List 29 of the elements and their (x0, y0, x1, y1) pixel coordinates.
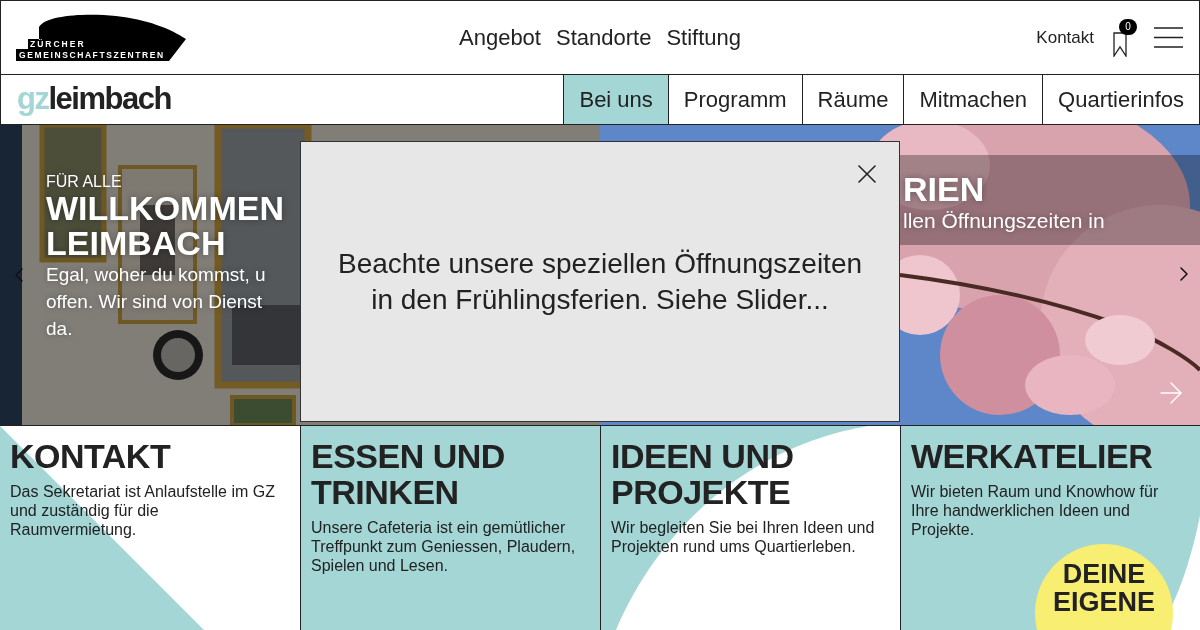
logo-text: ZÜRCHER (30, 38, 86, 49)
menu-icon[interactable] (1154, 27, 1183, 48)
card-title: WERKATELIER (911, 438, 1154, 474)
site-logo[interactable]: gzleimbach (17, 76, 171, 123)
card-text: Wir bieten Raum und Knowhow für Ihre handwerklichen Ideen und Projekte. (911, 482, 1160, 539)
info-card[interactable]: IDEEN UND PROJEKTE Wir begleiten Sie bei Ihren Ideen und Projekten rund ums Quartierleben. (600, 426, 900, 630)
nav-link[interactable]: Angebot (459, 21, 541, 54)
popup-message: Beachte unsere speziellen Öffnungszeiten in den Frühlingsferien. Siehe Slider... (337, 246, 863, 317)
slide-title: RIEN (903, 171, 986, 207)
card-title: KONTAKT (10, 438, 172, 474)
logo-text: GEMEINSCHAFTSZENTREN (19, 49, 165, 60)
nav-link[interactable]: Standorte (555, 21, 652, 54)
card-text: Unsere Cafeteria ist ein gemütlicher Treffpunkt zum Geniessen, Plaudern, Spielen und Lesen. (311, 518, 577, 575)
card-title: IDEEN UND PROJEKTE (611, 438, 795, 510)
bookmark-icon[interactable] (1113, 31, 1127, 57)
nav-link[interactable]: Stiftung (666, 21, 741, 54)
contact-link[interactable]: Kontakt (1036, 24, 1094, 51)
slide-kicker: FÜR ALLE (46, 173, 123, 191)
count-badge: 0 (1119, 18, 1137, 35)
info-card[interactable]: ESSEN UND TRINKEN Unsere Cafeteria ist ein gemütlicher Treffpunkt zum Geniessen, Plaudern, Spielen und Lesen. (300, 426, 600, 630)
slide-text: llen Öffnungszeiten in (903, 208, 1105, 234)
info-card[interactable]: KONTAKT Das Sekretariat ist Anlaufstelle im GZ und zuständig für die Raumvermietung. (0, 426, 300, 630)
card-title: ESSEN UND TRINKEN (311, 438, 506, 510)
badge-text: DEINE EIGENE (1053, 560, 1155, 616)
slide-title: WILLKOMMEN LEIMBACH (46, 191, 284, 261)
card-text: Das Sekretariat ist Anlaufstelle im GZ und zuständig für die Raumvermietung. (10, 482, 276, 539)
info-card[interactable]: WERKATELIER Wir bieten Raum und Knowhow für Ihre handwerklichen Ideen und Projekte. DEINE EIGENE (900, 426, 1200, 630)
section-tab[interactable]: Bei uns (563, 75, 668, 124)
card-text: Wir begleiten Sie bei Ihren Ideen und Projekten rund ums Quartierleben. (611, 518, 876, 556)
